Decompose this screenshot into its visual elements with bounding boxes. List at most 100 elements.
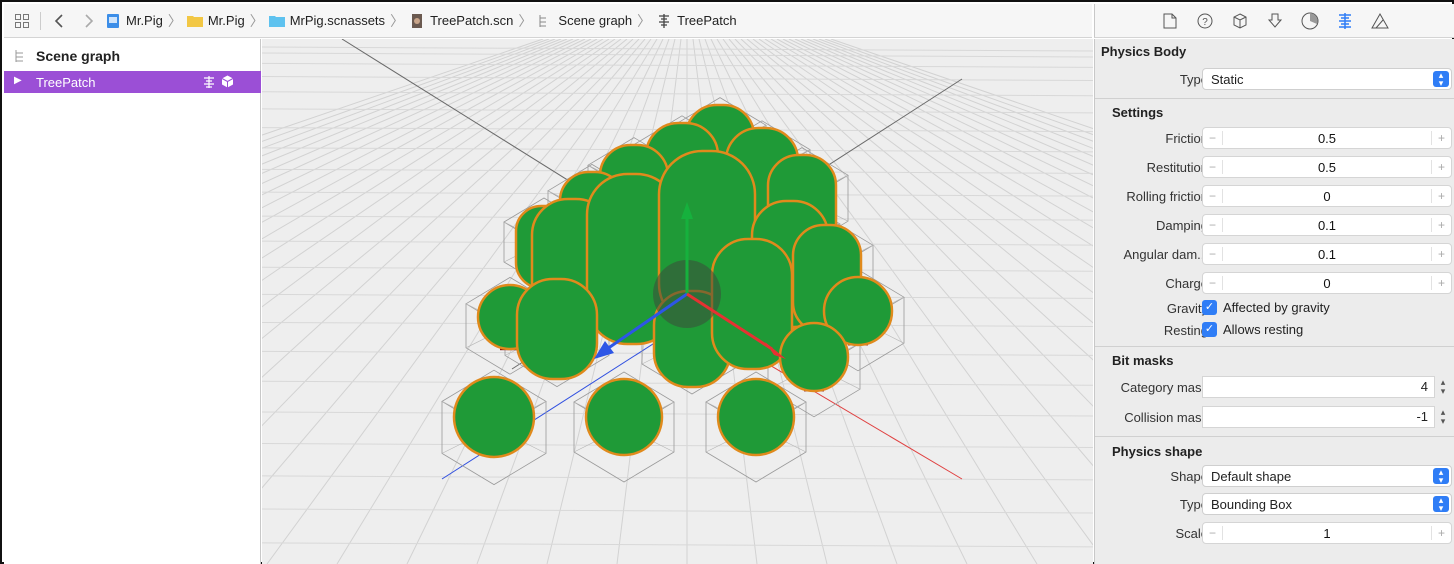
category-mask-field[interactable]: 4 (1202, 376, 1435, 398)
cube-icon[interactable] (1229, 10, 1251, 32)
scene-outline: Scene graph ▶ TreePatch (4, 39, 261, 564)
restitution-value[interactable]: 0.5 (1223, 160, 1431, 175)
inspector-tab-bar: ? (1094, 4, 1454, 38)
outline-row-scene-graph[interactable]: Scene graph (4, 45, 261, 67)
folder-icon (186, 15, 203, 27)
decrement-icon[interactable]: − (1203, 160, 1223, 174)
disclosure-triangle-icon[interactable]: ▶ (14, 75, 22, 86)
decrement-icon[interactable]: − (1203, 247, 1223, 261)
increment-icon[interactable]: + (1431, 276, 1451, 290)
physics-body-icon (204, 76, 214, 88)
breadcrumb-scene-file[interactable]: TreePatch.scn (409, 13, 513, 28)
angular-damping-stepper[interactable]: − 0.1 + (1202, 243, 1452, 265)
restitution-stepper[interactable]: − 0.5 + (1202, 156, 1452, 178)
grid-line (262, 91, 1093, 97)
help-icon[interactable]: ? (1194, 10, 1216, 32)
tree-crown (515, 277, 599, 381)
increment-icon[interactable]: + (1431, 160, 1451, 174)
scene-viewport[interactable] (262, 39, 1093, 564)
checkmark-icon[interactable]: ✓ (1202, 322, 1217, 337)
rolling-friction-stepper[interactable]: − 0 + (1202, 185, 1452, 207)
gravity-checkbox[interactable]: ✓ Affected by gravity (1202, 300, 1330, 315)
category-mask-spinner-icon[interactable]: ▴ ▾ (1437, 376, 1449, 398)
shape-popup[interactable]: Default shape ▴ ▾ (1202, 465, 1452, 487)
decrement-icon[interactable]: − (1203, 526, 1223, 540)
related-items-icon[interactable] (14, 13, 30, 29)
popup-chevron-icon: ▴ ▾ (1433, 496, 1449, 513)
breadcrumb-separator: 〉 (390, 12, 405, 29)
breadcrumb-scnassets[interactable]: MrPig.scnassets (268, 13, 385, 28)
tree-crown (584, 377, 664, 457)
damping-value[interactable]: 0.1 (1223, 218, 1431, 233)
section-title-physics-shape: Physics shape (1112, 444, 1203, 459)
restitution-label: Restitution (1146, 160, 1208, 175)
breadcrumb-separator: 〉 (249, 12, 264, 29)
breadcrumb-node[interactable]: TreePatch (656, 13, 737, 28)
scene-canvas[interactable] (262, 39, 1093, 564)
grid-line (262, 508, 1093, 514)
breadcrumb-separator: 〉 (167, 12, 182, 29)
scnassets-folder-icon (268, 15, 285, 27)
decrement-icon[interactable]: − (1203, 131, 1223, 145)
outline-root-label: Scene graph (36, 48, 121, 64)
divider (1095, 436, 1454, 437)
body-type-popup[interactable]: Static ▴ ▾ (1202, 68, 1452, 90)
grid-line (262, 46, 1093, 52)
collision-mask-field[interactable]: -1 (1202, 406, 1435, 428)
charge-value[interactable]: 0 (1223, 276, 1431, 291)
breadcrumb-scene-graph[interactable]: Scene graph (537, 13, 632, 28)
file-inspector-icon[interactable] (1159, 10, 1181, 32)
breadcrumb-project[interactable]: Mr.Pig (105, 13, 163, 28)
decrement-icon[interactable]: − (1203, 189, 1223, 203)
physics-icon[interactable] (1334, 10, 1356, 32)
material-icon[interactable] (1299, 10, 1321, 32)
increment-icon[interactable]: + (1431, 218, 1451, 232)
shape-type-popup[interactable]: Bounding Box ▴ ▾ (1202, 493, 1452, 515)
increment-icon[interactable]: + (1431, 189, 1451, 203)
node-icon (659, 13, 670, 28)
back-arrow-icon[interactable] (51, 13, 67, 29)
collision-mask-label: Collision mask (1124, 410, 1208, 425)
grid-line (262, 52, 1093, 58)
tree-crown (716, 377, 796, 457)
section-title-physics-body: Physics Body (1101, 44, 1187, 59)
angular-damping-value[interactable]: 0.1 (1223, 247, 1431, 262)
scale-value[interactable]: 1 (1223, 526, 1431, 541)
attributes-icon[interactable] (1369, 10, 1391, 32)
breadcrumb-folder[interactable]: Mr.Pig (186, 13, 245, 28)
scene-graph-icon (15, 50, 23, 62)
outline-row-treepatch[interactable]: ▶ TreePatch (4, 71, 261, 93)
rolling-friction-value[interactable]: 0 (1223, 189, 1431, 204)
divider (1095, 98, 1454, 99)
grid-line (262, 76, 1093, 82)
increment-icon[interactable]: + (1431, 131, 1451, 145)
damping-label: Damping (1155, 218, 1208, 233)
section-title-bit-masks: Bit masks (1112, 353, 1174, 368)
collision-mask-spinner-icon[interactable]: ▴ ▾ (1437, 406, 1449, 428)
node-inspector-icon[interactable] (1264, 10, 1286, 32)
grid-line (262, 475, 1093, 481)
friction-stepper[interactable]: − 0.5 + (1202, 127, 1452, 149)
resting-checkbox[interactable]: ✓ Allows resting (1202, 322, 1303, 337)
jump-bar: Mr.Pig 〉 Mr.Pig 〉 MrPig.scnassets 〉 Tree… (4, 4, 1092, 38)
damping-stepper[interactable]: − 0.1 + (1202, 214, 1452, 236)
scene-file-icon (412, 13, 423, 28)
charge-stepper[interactable]: − 0 + (1202, 272, 1452, 294)
geometry-cube-icon (221, 75, 234, 88)
increment-icon[interactable]: + (1431, 526, 1451, 540)
section-title-settings: Settings (1112, 105, 1164, 120)
decrement-icon[interactable]: − (1203, 218, 1223, 232)
checkmark-icon[interactable]: ✓ (1202, 300, 1217, 315)
popup-chevron-icon: ▴ ▾ (1433, 71, 1449, 88)
forward-arrow-icon[interactable] (81, 13, 97, 29)
outline-node-label: TreePatch (36, 74, 96, 90)
rolling-friction-label: Rolling friction (1126, 189, 1208, 204)
increment-icon[interactable]: + (1431, 247, 1451, 261)
physics-inspector: Physics Body Type Static ▴ ▾ Settings Fri… (1094, 39, 1454, 564)
tree-crown (452, 375, 536, 459)
scale-stepper[interactable]: − 1 + (1202, 522, 1452, 544)
decrement-icon[interactable]: − (1203, 276, 1223, 290)
grid-line (262, 411, 1093, 417)
category-mask-label: Category mask (1120, 380, 1208, 395)
friction-value[interactable]: 0.5 (1223, 131, 1431, 146)
